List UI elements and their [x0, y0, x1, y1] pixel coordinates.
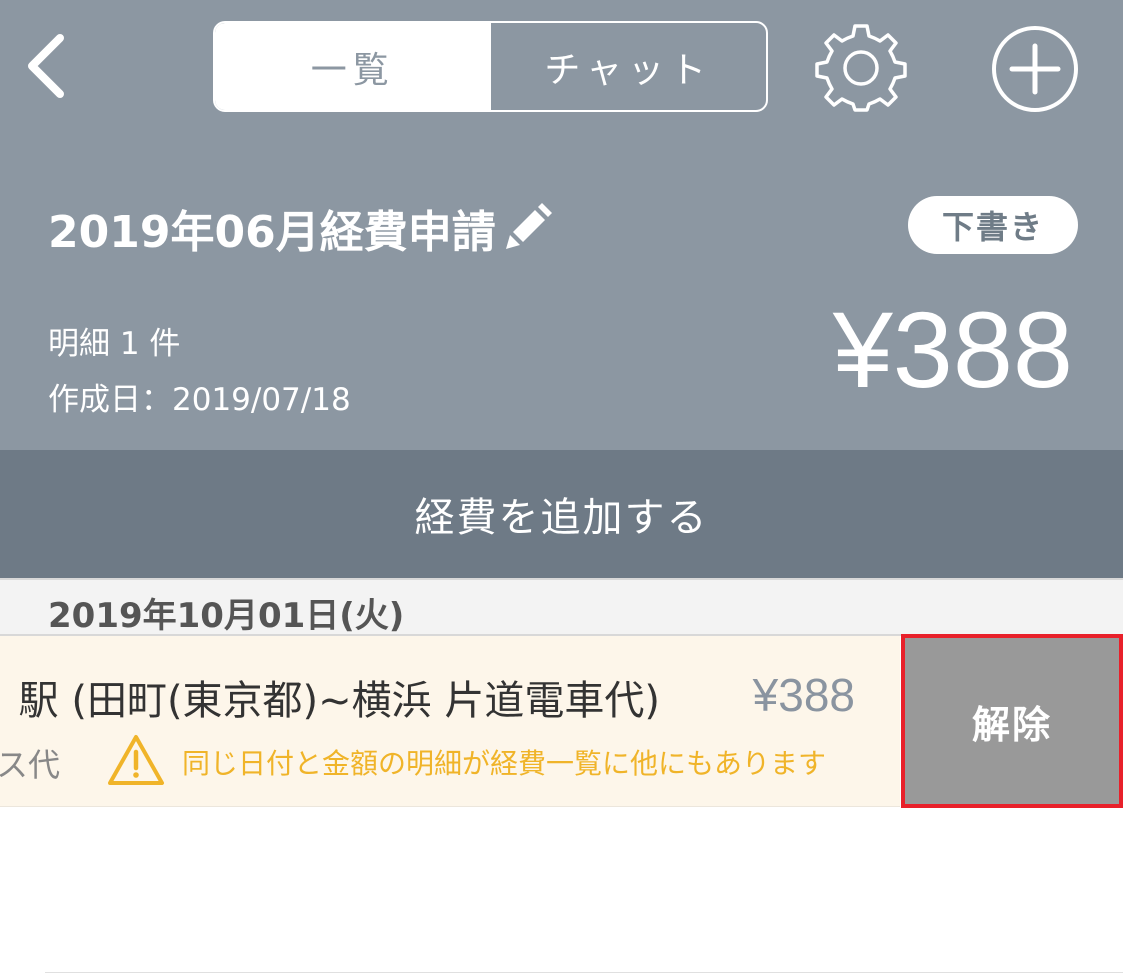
gear-icon [815, 24, 907, 112]
add-report-button[interactable] [990, 24, 1080, 114]
expense-row[interactable]: 駅 (田町(東京都)~横浜 片道電車代) ¥388 交通費・バス代 同じ日付と金… [0, 636, 900, 807]
duplicate-warning-text: 同じ日付と金額の明細が経費一覧に他にもあります [182, 747, 827, 780]
expense-category: 交通費・バス代 [0, 746, 60, 784]
view-segmented-control: 一覧 チャット [213, 21, 768, 112]
chevron-left-icon [28, 34, 64, 98]
report-header: 一覧 チャット 2019年06月経費申請 下書き 明細 1 件 作成日：2019… [0, 0, 1123, 450]
add-expense-button[interactable]: 経費を追加する [0, 450, 1123, 578]
plus-circle-icon [992, 26, 1078, 112]
expense-title: 駅 (田町(東京都)~横浜 片道電車代) [18, 678, 660, 724]
back-button[interactable] [20, 28, 76, 104]
item-count: 明細 1 件 [48, 326, 181, 362]
date-section-header: 2019年10月01日(火) [0, 578, 1123, 636]
expense-amount: ¥388 [752, 669, 855, 721]
warning-triangle-icon [108, 735, 164, 785]
section-date: 2019年10月01日(火) [48, 596, 405, 636]
list-divider [45, 972, 1123, 973]
pencil-icon [505, 203, 552, 249]
report-title-row[interactable]: 2019年06月経費申請 [48, 196, 552, 260]
settings-button[interactable] [815, 22, 907, 114]
tab-chat[interactable]: チャット [491, 23, 767, 110]
created-date: 作成日：2019/07/18 [48, 382, 351, 418]
unlink-button[interactable]: 解除 [901, 634, 1123, 808]
report-title: 2019年06月経費申請 [48, 207, 496, 258]
status-badge: 下書き [908, 196, 1078, 254]
tab-list[interactable]: 一覧 [215, 23, 491, 110]
report-total-amount: ¥388 [832, 289, 1073, 410]
